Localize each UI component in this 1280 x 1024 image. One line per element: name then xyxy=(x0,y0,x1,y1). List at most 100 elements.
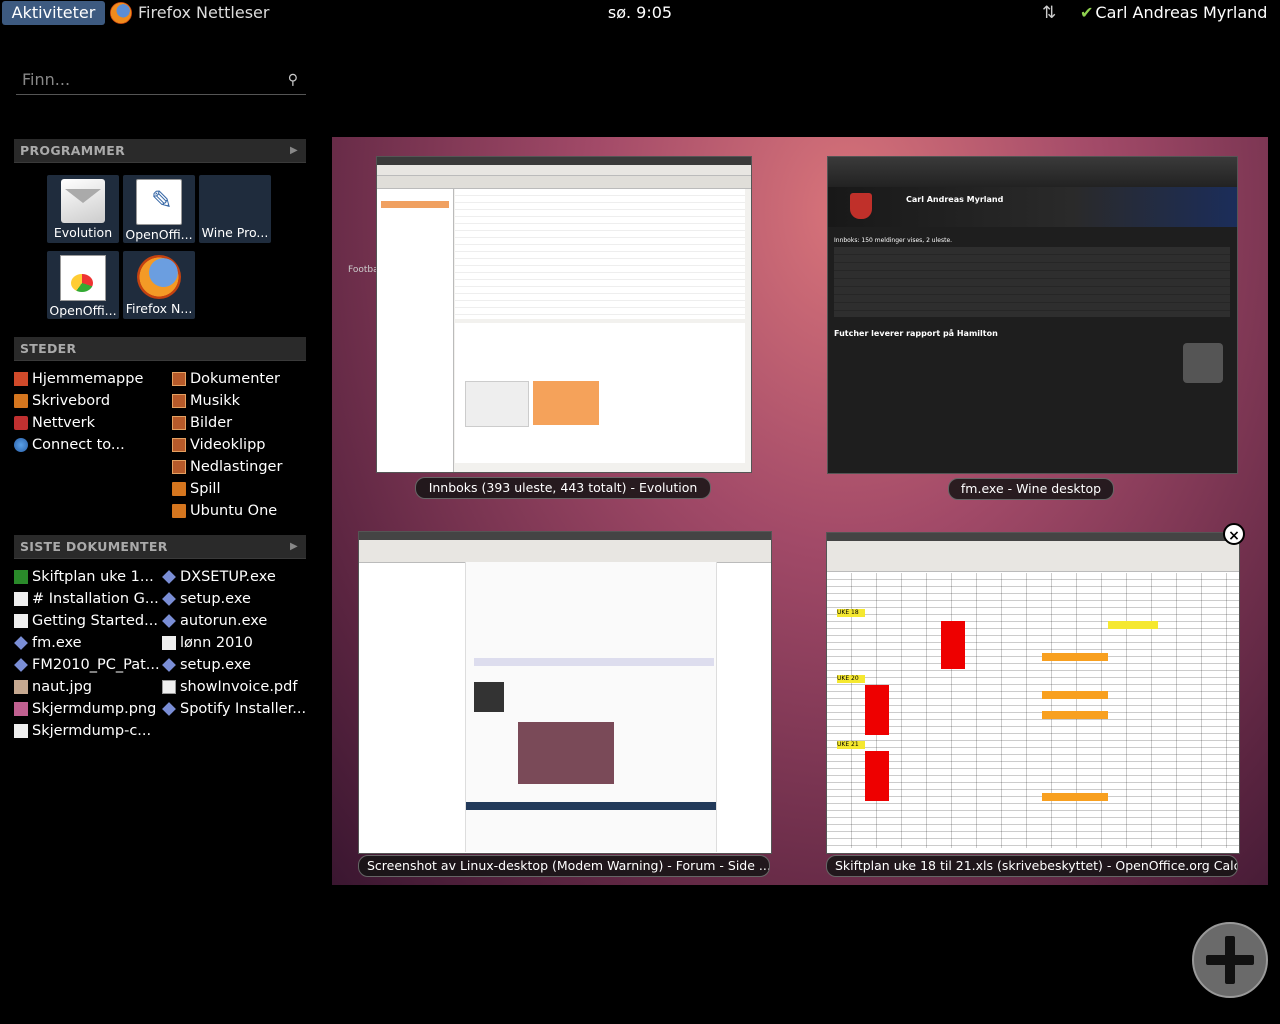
place-item[interactable]: Bilder xyxy=(172,412,282,434)
executable-icon xyxy=(14,636,28,650)
recent-item[interactable]: setup.exe xyxy=(162,654,306,676)
activities-button[interactable]: Aktiviteter xyxy=(2,1,105,25)
place-item[interactable]: Hjemmemappe xyxy=(14,368,143,390)
section-programs[interactable]: PROGRAMMER ▶ xyxy=(14,139,306,163)
recent-item[interactable]: Skjermdump-c... xyxy=(14,720,160,742)
place-item[interactable]: Videoklipp xyxy=(172,434,282,456)
section-recent[interactable]: SISTE DOKUMENTER ▶ xyxy=(14,535,306,559)
app-label: Evolution xyxy=(53,225,113,240)
app-menu-label: Firefox Nettleser xyxy=(138,3,270,22)
app-menu[interactable]: Firefox Nettleser xyxy=(110,0,269,26)
recent-right: DXSETUP.exe setup.exe autorun.exe lønn 2… xyxy=(162,566,306,720)
app-label: OpenOffi... xyxy=(125,227,193,242)
window-caption[interactable]: fm.exe - Wine desktop xyxy=(948,478,1114,500)
recent-item[interactable]: FM2010_PC_Pat... xyxy=(14,654,160,676)
recent-item[interactable]: setup.exe xyxy=(162,588,306,610)
add-workspace-button[interactable] xyxy=(1192,922,1268,998)
place-item[interactable]: Musikk xyxy=(172,390,282,412)
place-item[interactable]: Skrivebord xyxy=(14,390,143,412)
clock[interactable]: sø. 9:05 xyxy=(600,0,680,26)
user-menu[interactable]: ✔ Carl Andreas Myrland xyxy=(1080,0,1267,26)
calc-icon xyxy=(60,255,106,301)
title-bar xyxy=(377,157,751,165)
app-openoffice-calc[interactable]: OpenOffi... xyxy=(47,251,119,319)
recent-label: fm.exe xyxy=(32,635,82,651)
place-item[interactable]: Ubuntu One xyxy=(172,500,282,522)
user-name: Carl Andreas Myrland xyxy=(1095,3,1268,22)
app-firefox[interactable]: Firefox N... xyxy=(123,251,195,319)
text-document-icon xyxy=(14,592,28,606)
places-left: Hjemmemappe Skrivebord Nettverk Connect … xyxy=(14,368,143,456)
week-label: UKE 20 xyxy=(837,675,865,683)
player-photo xyxy=(1183,343,1223,383)
attachment-thumb xyxy=(465,381,529,427)
recent-label: autorun.exe xyxy=(180,613,268,629)
recent-left: Skiftplan uke 1... # Installation G... G… xyxy=(14,566,160,742)
window-firefox[interactable] xyxy=(358,531,772,854)
app-evolution[interactable]: Evolution xyxy=(47,175,119,243)
window-caption[interactable]: Skiftplan uke 18 til 21.xls (skrivebesky… xyxy=(826,855,1238,877)
place-item[interactable]: Nedlastinger xyxy=(172,456,282,478)
window-caption[interactable]: Innboks (393 uleste, 443 totalt) - Evolu… xyxy=(415,477,711,499)
headline: Futcher leverer rapport på Hamilton xyxy=(834,329,998,338)
title-bar xyxy=(827,533,1239,541)
attachment-thumb-selected xyxy=(533,381,599,425)
inbox-header: Innboks: 150 meldinger vises, 2 uleste. xyxy=(834,237,953,244)
message-list xyxy=(834,247,1230,317)
recent-item[interactable]: showInvoice.pdf xyxy=(162,676,306,698)
recent-item[interactable]: lønn 2010 xyxy=(162,632,306,654)
image-icon xyxy=(14,680,28,694)
place-label: Videoklipp xyxy=(190,437,266,453)
recent-label: DXSETUP.exe xyxy=(180,569,276,585)
place-item[interactable]: Nettverk xyxy=(14,412,143,434)
text-document-icon xyxy=(14,614,28,628)
message-list xyxy=(455,189,745,319)
recent-item[interactable]: # Installation G... xyxy=(14,588,160,610)
red-block xyxy=(865,685,889,735)
place-label: Ubuntu One xyxy=(190,503,278,519)
avatar xyxy=(474,682,504,712)
toolbar xyxy=(377,176,751,189)
post-header xyxy=(474,658,714,666)
place-item[interactable]: Connect to... xyxy=(14,434,143,456)
place-label: Dokumenter xyxy=(190,371,280,387)
recent-label: setup.exe xyxy=(180,657,251,673)
home-folder-icon xyxy=(14,372,28,386)
header: Carl Andreas Myrland xyxy=(828,187,1237,227)
app-label: OpenOffi... xyxy=(49,303,117,318)
app-wine[interactable]: Wine Pro... xyxy=(199,175,271,243)
place-item[interactable]: Dokumenter xyxy=(172,368,282,390)
recent-item[interactable]: Spotify Installer... xyxy=(162,698,306,720)
close-window-icon[interactable]: × xyxy=(1223,523,1245,545)
status-available-icon: ✔ xyxy=(1080,3,1094,22)
recent-item[interactable]: Skiftplan uke 1... xyxy=(14,566,160,588)
recent-item[interactable]: autorun.exe xyxy=(162,610,306,632)
recent-item[interactable]: fm.exe xyxy=(14,632,160,654)
recent-label: FM2010_PC_Pat... xyxy=(32,657,160,673)
recent-item[interactable]: Skjermdump.png xyxy=(14,698,160,720)
recent-item[interactable]: Getting Started... xyxy=(14,610,160,632)
search-box[interactable]: ⚲ xyxy=(16,66,306,95)
recent-label: # Installation G... xyxy=(32,591,159,607)
videos-folder-icon xyxy=(172,438,186,452)
app-openoffice-writer[interactable]: OpenOffi... xyxy=(123,175,195,243)
place-label: Nettverk xyxy=(32,415,95,431)
search-input[interactable] xyxy=(16,66,278,93)
window-caption[interactable]: Screenshot av Linux-desktop (Modem Warni… xyxy=(358,855,770,877)
network-updown-icon[interactable]: ⇅ xyxy=(1042,3,1062,23)
window-fm[interactable]: Carl Andreas Myrland Innboks: 150 meldin… xyxy=(827,156,1238,474)
pdf-icon xyxy=(162,680,176,694)
music-folder-icon xyxy=(172,394,186,408)
window-calc[interactable]: UKE 18 UKE 20 UKE 21 xyxy=(826,532,1240,854)
image-icon xyxy=(14,702,28,716)
week-label: UKE 21 xyxy=(837,741,865,749)
recent-item[interactable]: naut.jpg xyxy=(14,676,160,698)
week-label: UKE 18 xyxy=(837,609,865,617)
recent-item[interactable]: DXSETUP.exe xyxy=(162,566,306,588)
place-item[interactable]: Spill xyxy=(172,478,282,500)
window-evolution[interactable] xyxy=(376,156,752,473)
forum-bar xyxy=(466,802,716,810)
section-programs-title: PROGRAMMER xyxy=(20,143,126,158)
section-places-title: STEDER xyxy=(20,341,77,356)
app-label: Firefox N... xyxy=(125,301,193,316)
